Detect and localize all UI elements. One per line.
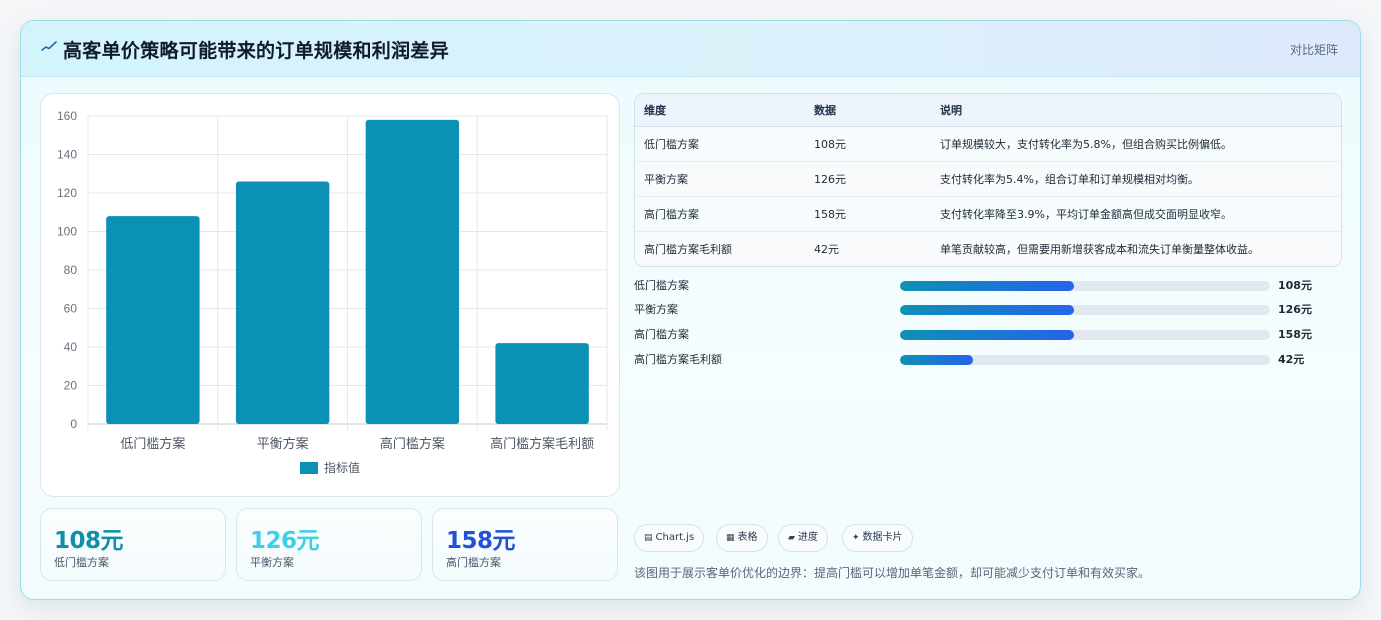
chip-label: Chart.js xyxy=(655,532,695,543)
table-cell: 低门槛方案 xyxy=(644,138,699,151)
kpi-label: 低门槛方案 xyxy=(54,556,109,569)
column-header: 维度 xyxy=(644,104,666,117)
progress-label: 低门槛方案 xyxy=(634,279,689,292)
y-tick-label: 140 xyxy=(57,148,77,162)
legend-label: 指标值 xyxy=(324,460,360,475)
progress-track xyxy=(900,281,1270,291)
progress-fill xyxy=(900,330,1074,340)
progress-track xyxy=(900,305,1270,315)
table-cell: 支付转化率降至3.9%，平均订单金额高但成交面明显收窄。 xyxy=(940,208,1232,221)
data-table: 维度 数据 说明 低门槛方案 108元 订单规模较大，支付转化率为5.8%，但组… xyxy=(634,93,1342,267)
table-row: 平衡方案 126元 支付转化率为5.4%，组合订单和订单规模相对均衡。 xyxy=(635,162,1341,197)
kpi-label: 平衡方案 xyxy=(250,556,294,569)
table-icon: ▦ xyxy=(726,533,735,543)
progress-fill xyxy=(900,355,973,365)
progress-fill xyxy=(900,281,1074,291)
table-cell: 支付转化率为5.4%，组合订单和订单规模相对均衡。 xyxy=(940,173,1199,186)
kpi-card: 158元 高门槛方案 xyxy=(432,508,618,581)
chip-label: 数据卡片 xyxy=(862,532,903,543)
chip-table[interactable]: ▦ 表格 xyxy=(716,524,768,552)
x-tick-label: 高门槛方案毛利额 xyxy=(490,436,594,452)
progress-value: 126元 xyxy=(1278,303,1312,316)
progress-label: 高门槛方案 xyxy=(634,328,689,341)
table-cell: 42元 xyxy=(814,243,839,256)
kpi-label: 高门槛方案 xyxy=(446,556,501,569)
progress-label: 高门槛方案毛利额 xyxy=(634,353,722,366)
table-cell: 高门槛方案毛利额 xyxy=(644,243,732,256)
progress-row: 高门槛方案 158元 xyxy=(634,327,1342,343)
bar xyxy=(235,181,330,424)
page-title: 高客单价策略可能带来的订单规模和利润差异 xyxy=(63,40,450,62)
column-header: 数据 xyxy=(814,104,836,117)
x-tick-label: 平衡方案 xyxy=(257,436,309,452)
progress-label: 平衡方案 xyxy=(634,303,678,316)
table-row: 低门槛方案 108元 订单规模较大，支付转化率为5.8%，但组合购买比例偏低。 xyxy=(635,127,1341,162)
chip-label: 进度 xyxy=(797,532,818,543)
sparkline-icon xyxy=(41,41,57,51)
table-cell: 平衡方案 xyxy=(644,173,688,186)
table-cell: 订单规模较大，支付转化率为5.8%，但组合购买比例偏低。 xyxy=(940,138,1232,151)
progress-track xyxy=(900,330,1270,340)
footnote: 该图用于展示客单价优化的边界：提高门槛可以增加单笔金额，却可能减少支付订单和有效… xyxy=(634,566,1151,580)
table-cell: 108元 xyxy=(814,138,846,151)
progress-row: 平衡方案 126元 xyxy=(634,302,1342,318)
progress-icon: ▰ xyxy=(788,533,795,543)
y-tick-label: 80 xyxy=(64,263,78,277)
panel-header: 高客单价策略可能带来的订单规模和利润差异 对比矩阵 xyxy=(21,21,1360,77)
kpi-value: 158元 xyxy=(446,528,516,554)
progress-value: 158元 xyxy=(1278,328,1312,341)
progress-row: 高门槛方案毛利额 42元 xyxy=(634,352,1342,368)
chip-label: 表格 xyxy=(737,532,758,543)
y-tick-label: 100 xyxy=(57,225,77,239)
kpi-value: 126元 xyxy=(250,528,320,554)
table-cell: 高门槛方案 xyxy=(644,208,699,221)
legend-swatch xyxy=(300,462,318,474)
table-cell: 126元 xyxy=(814,173,846,186)
chip-chartjs[interactable]: ▤ Chart.js xyxy=(634,524,705,552)
chip-progress[interactable]: ▰ 进度 xyxy=(778,524,828,552)
sparkle-icon: ✦ xyxy=(852,533,860,543)
y-tick-label: 60 xyxy=(64,302,78,316)
table-cell: 158元 xyxy=(814,208,846,221)
table-cell: 单笔贡献较高，但需要用新增获客成本和流失订单衡量整体收益。 xyxy=(940,243,1259,256)
progress-value: 42元 xyxy=(1278,353,1305,366)
y-tick-label: 20 xyxy=(64,379,78,393)
column-header: 说明 xyxy=(940,104,962,117)
bar xyxy=(365,119,460,424)
y-tick-label: 0 xyxy=(70,417,77,431)
x-tick-label: 低门槛方案 xyxy=(120,436,185,452)
bar-chart-svg: 0 20 40 60 80 100 120 140 160 低门槛方案 平衡方案 高门槛方案 高门槛方案… xyxy=(57,109,608,475)
kpi-card: 126元 平衡方案 xyxy=(236,508,422,581)
table-row: 高门槛方案毛利额 42元 单笔贡献较高，但需要用新增获客成本和流失订单衡量整体收… xyxy=(635,232,1341,266)
bar xyxy=(106,216,200,424)
table-row: 高门槛方案 158元 支付转化率降至3.9%，平均订单金额高但成交面明显收窄。 xyxy=(635,197,1341,232)
kpi-card: 108元 低门槛方案 xyxy=(40,508,226,581)
progress-fill xyxy=(900,305,1074,315)
y-tick-label: 120 xyxy=(57,186,77,200)
table-header-row: 维度 数据 说明 xyxy=(635,94,1341,127)
header-tag: 对比矩阵 xyxy=(1289,43,1338,57)
y-tick-label: 160 xyxy=(57,109,77,123)
chip-data-cards[interactable]: ✦ 数据卡片 xyxy=(842,524,913,552)
progress-value: 108元 xyxy=(1278,279,1312,292)
bar-chart: 0 20 40 60 80 100 120 140 160 低门槛方案 平衡方案 高门槛方案 高门槛方案… xyxy=(40,93,620,497)
x-tick-label: 高门槛方案 xyxy=(380,436,445,452)
progress-row: 低门槛方案 108元 xyxy=(634,278,1342,294)
bar xyxy=(495,343,589,424)
y-tick-label: 40 xyxy=(64,340,78,354)
kpi-value: 108元 xyxy=(54,528,124,554)
progress-track xyxy=(900,355,1270,365)
panel-card: 高客单价策略可能带来的订单规模和利润差异 对比矩阵 0 20 40 60 80 100 12… xyxy=(20,20,1361,600)
chart-icon: ▤ xyxy=(644,533,653,543)
